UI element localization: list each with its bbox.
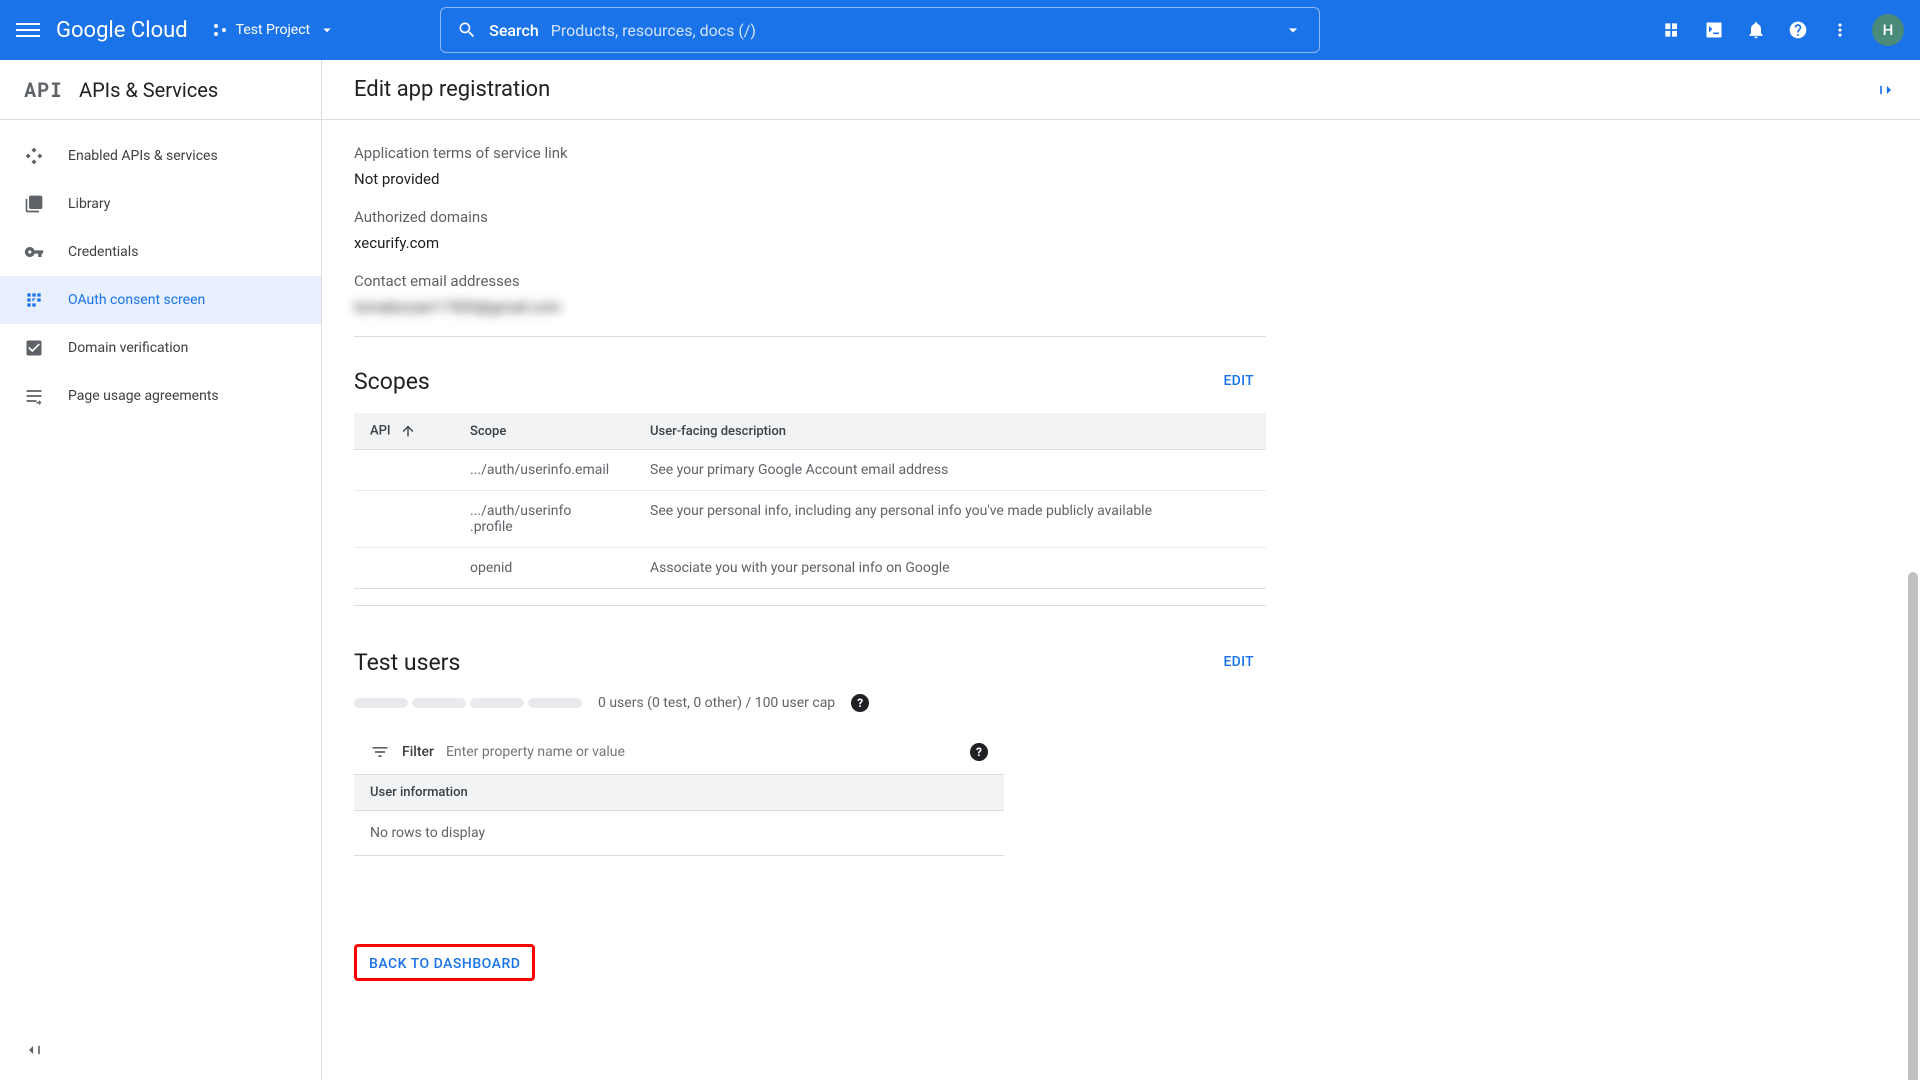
collapse-right-icon	[1876, 80, 1896, 100]
sidebar-title: APIs & Services	[79, 78, 218, 102]
content-header: Edit app registration	[322, 60, 1920, 120]
sidebar-item-label: Page usage agreements	[68, 388, 219, 404]
check-square-icon	[24, 338, 44, 358]
sidebar-item-label: OAuth consent screen	[68, 292, 205, 308]
user-cap-text: 0 users (0 test, 0 other) / 100 user cap	[598, 695, 835, 711]
scopes-table: API Scope User-facing description .../au…	[354, 413, 1266, 589]
divider	[354, 336, 1266, 337]
hide-info-panel-button[interactable]	[1876, 80, 1896, 104]
sidebar-item-page-usage[interactable]: Page usage agreements	[0, 372, 321, 420]
api-badge: API	[24, 77, 63, 103]
divider	[354, 605, 1266, 606]
cloud-shell-icon[interactable]	[1704, 20, 1724, 40]
back-to-dashboard-button[interactable]: BACK TO DASHBOARD	[369, 956, 520, 972]
back-button-highlight: BACK TO DASHBOARD	[354, 944, 535, 981]
sidebar: API APIs & Services Enabled APIs & servi…	[0, 60, 322, 1080]
filter-input[interactable]	[446, 744, 958, 760]
edit-scopes-button[interactable]: EDIT	[1211, 365, 1266, 397]
contact-label: Contact email addresses	[354, 272, 1290, 290]
scrollbar[interactable]	[1906, 572, 1920, 1080]
page-settings-icon	[24, 386, 44, 406]
edit-test-users-button[interactable]: EDIT	[1211, 646, 1266, 678]
col-user-info[interactable]: User information	[354, 775, 1004, 811]
notifications-icon[interactable]	[1746, 20, 1766, 40]
google-cloud-logo[interactable]: Google Cloud	[56, 18, 188, 43]
page-title: Edit app registration	[354, 77, 550, 102]
sidebar-header[interactable]: API APIs & Services	[0, 60, 321, 120]
table-row: .../auth/userinfo .profile See your pers…	[354, 491, 1266, 548]
search-label: Search	[489, 21, 539, 40]
search-bar[interactable]: Search Products, resources, docs (/)	[440, 7, 1320, 53]
header-actions: H	[1662, 14, 1904, 46]
search-placeholder: Products, resources, docs (/)	[551, 21, 1271, 40]
scopes-section: Scopes EDIT API Scope User-facing descri…	[354, 365, 1266, 606]
collapse-left-icon	[24, 1040, 44, 1060]
tos-label: Application terms of service link	[354, 144, 1290, 162]
contact-value: tomabouser17503@gmail.com	[354, 298, 1290, 316]
project-name: Test Project	[236, 22, 310, 38]
filter-bar: Filter ?	[354, 730, 1004, 775]
sidebar-item-label: Domain verification	[68, 340, 188, 356]
col-scope[interactable]: Scope	[454, 413, 634, 450]
search-icon	[457, 20, 477, 40]
user-avatar[interactable]: H	[1872, 14, 1904, 46]
domains-value: xecurify.com	[354, 234, 1290, 252]
key-icon	[24, 242, 44, 262]
empty-state: No rows to display	[354, 811, 1004, 856]
domains-label: Authorized domains	[354, 208, 1290, 226]
filter-icon	[370, 742, 390, 762]
test-users-title: Test users	[354, 649, 460, 676]
table-row: openid Associate you with your personal …	[354, 548, 1266, 589]
col-desc[interactable]: User-facing description	[634, 413, 1266, 450]
help-icon[interactable]	[1788, 20, 1808, 40]
project-icon	[212, 22, 228, 38]
table-row: .../auth/userinfo.email See your primary…	[354, 450, 1266, 491]
main-content: Edit app registration Application terms …	[322, 60, 1920, 1080]
col-api[interactable]: API	[354, 413, 454, 450]
hamburger-menu-icon[interactable]	[16, 18, 40, 42]
chevron-down-icon	[318, 21, 336, 39]
consent-icon	[24, 290, 44, 310]
sidebar-item-enabled-apis[interactable]: Enabled APIs & services	[0, 132, 321, 180]
library-icon	[24, 194, 44, 214]
more-vert-icon[interactable]	[1830, 20, 1850, 40]
arrow-up-icon	[400, 423, 416, 439]
top-header: Google Cloud Test Project Search Product…	[0, 0, 1920, 60]
sidebar-item-domain-verification[interactable]: Domain verification	[0, 324, 321, 372]
sidebar-item-oauth-consent[interactable]: OAuth consent screen	[0, 276, 321, 324]
sidebar-item-label: Credentials	[68, 244, 138, 260]
chevron-down-icon[interactable]	[1283, 20, 1303, 40]
help-icon[interactable]: ?	[970, 743, 988, 761]
sidebar-item-label: Enabled APIs & services	[68, 148, 218, 164]
help-icon[interactable]: ?	[851, 694, 869, 712]
test-users-section: Test users EDIT 0 users (0 test, 0 other…	[354, 646, 1266, 856]
quota-bar	[354, 698, 582, 708]
scopes-title: Scopes	[354, 368, 430, 395]
diamond-icon	[24, 146, 44, 166]
filter-label: Filter	[402, 744, 434, 760]
sidebar-item-library[interactable]: Library	[0, 180, 321, 228]
sidebar-item-label: Library	[68, 196, 110, 212]
project-picker[interactable]: Test Project	[204, 17, 344, 43]
sidebar-item-credentials[interactable]: Credentials	[0, 228, 321, 276]
gift-icon[interactable]	[1662, 20, 1682, 40]
tos-value: Not provided	[354, 170, 1290, 188]
sidebar-collapse-button[interactable]	[24, 1040, 44, 1064]
